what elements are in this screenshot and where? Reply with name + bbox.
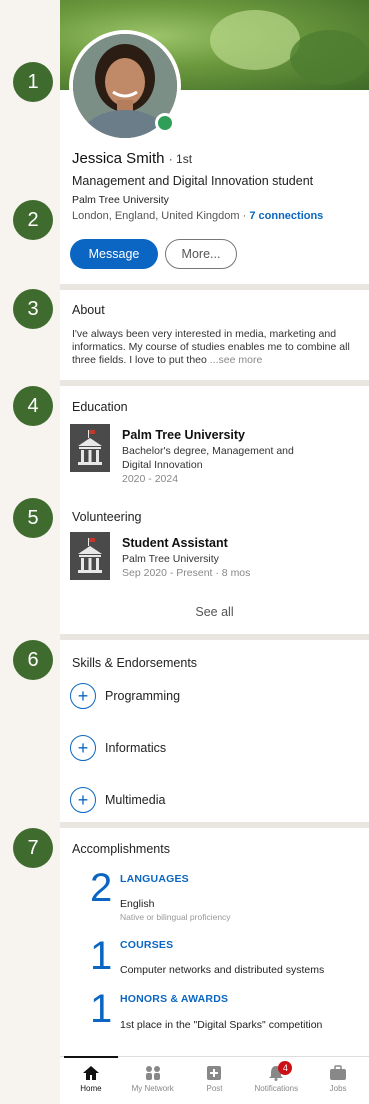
accomplishment-sub: Native or bilingual proficiency xyxy=(120,912,231,922)
see-more-link[interactable]: ...see more xyxy=(210,354,263,366)
accomplishment-count: 1 xyxy=(90,987,113,1031)
nav-my-network[interactable]: My Network xyxy=(122,1057,184,1104)
accomplishment-detail: 1st place in the "Digital Sparks" compet… xyxy=(120,1019,323,1031)
education-school[interactable]: Palm Tree University xyxy=(122,428,245,442)
home-icon xyxy=(82,1066,99,1080)
about-text: I've always been very interested in medi… xyxy=(72,328,350,366)
volunteering-org: Palm Tree University xyxy=(122,553,219,565)
network-icon xyxy=(145,1066,160,1080)
accomplishment-detail: Computer networks and distributed system… xyxy=(120,964,325,976)
skill-item[interactable]: + Programming xyxy=(70,682,180,710)
education-years: 2020 - 2024 xyxy=(122,473,179,485)
see-all-button[interactable]: See all xyxy=(60,605,369,619)
step-marker: 3 xyxy=(13,289,53,329)
step-marker: 5 xyxy=(13,498,53,538)
profile-name: Jessica Smith xyxy=(72,150,165,167)
step-marker: 4 xyxy=(13,386,53,426)
briefcase-icon xyxy=(330,1065,347,1080)
nav-label: Post xyxy=(206,1084,223,1093)
connection-degree: · 1st xyxy=(168,152,193,166)
skills-title: Skills & Endorsements xyxy=(72,656,198,670)
about-title: About xyxy=(72,303,105,317)
nav-post[interactable]: Post xyxy=(184,1057,246,1104)
accomplishment-count: 2 xyxy=(90,866,113,910)
nav-label: Jobs xyxy=(329,1084,347,1093)
post-icon xyxy=(207,1066,222,1080)
education-degree: Bachelor's degree, Management and xyxy=(122,445,294,457)
skill-item[interactable]: + Informatics xyxy=(70,734,166,762)
volunteering-title: Volunteering xyxy=(72,510,142,524)
connections-link[interactable]: 7 connections xyxy=(249,210,323,222)
step-marker: 1 xyxy=(13,62,53,102)
profile-headline: Management and Digital Innovation studen… xyxy=(72,174,314,188)
skill-label: Programming xyxy=(105,689,181,703)
accomplishment-category[interactable]: HONORS & AWARDS xyxy=(120,993,228,1005)
nav-home[interactable]: Home xyxy=(60,1056,122,1104)
more-button[interactable]: More... xyxy=(165,239,237,269)
profile-company: Palm Tree University xyxy=(72,194,169,206)
step-marker: 6 xyxy=(13,640,53,680)
plus-icon[interactable]: + xyxy=(70,787,96,813)
accomplishment-detail: English xyxy=(120,898,155,910)
message-button[interactable]: Message xyxy=(70,239,158,269)
profile-name-row: Jessica Smith · 1st xyxy=(72,150,192,167)
skill-item[interactable]: + Multimedia xyxy=(70,786,165,814)
accomplishments-title: Accomplishments xyxy=(72,842,170,856)
step-marker: 2 xyxy=(13,200,53,240)
plus-icon[interactable]: + xyxy=(70,683,96,709)
skill-label: Multimedia xyxy=(105,793,166,807)
plus-icon[interactable]: + xyxy=(70,735,96,761)
accomplishment-count: 1 xyxy=(90,934,113,978)
divider xyxy=(60,284,369,290)
skill-label: Informatics xyxy=(105,741,167,755)
divider xyxy=(60,380,369,386)
step-marker: 7 xyxy=(13,828,53,868)
nav-jobs[interactable]: Jobs xyxy=(307,1057,369,1104)
accomplishment-category[interactable]: LANGUAGES xyxy=(120,873,189,885)
divider xyxy=(60,822,369,828)
volunteering-role[interactable]: Student Assistant xyxy=(122,536,228,550)
bottom-nav: Home My Network Post 4 Notifications Job… xyxy=(60,1056,369,1104)
education-title: Education xyxy=(72,400,128,414)
divider xyxy=(60,634,369,640)
online-status-icon xyxy=(155,113,175,133)
nav-label: Home xyxy=(80,1084,102,1093)
education-field: Digital Innovation xyxy=(122,459,203,471)
university-logo-icon[interactable] xyxy=(70,424,110,472)
nav-label: My Network xyxy=(131,1084,174,1093)
university-logo-icon[interactable] xyxy=(70,532,110,580)
nav-notifications[interactable]: 4 Notifications xyxy=(245,1057,307,1104)
volunteering-period: Sep 2020 - Present · 8 mos xyxy=(122,567,251,579)
accomplishment-category[interactable]: COURSES xyxy=(120,939,173,951)
nav-label: Notifications xyxy=(254,1084,299,1093)
profile-location: London, England, United Kingdom · 7 conn… xyxy=(72,210,324,222)
notification-badge: 4 xyxy=(278,1061,293,1075)
profile-screen: Jessica Smith · 1st Management and Digit… xyxy=(60,0,369,1104)
